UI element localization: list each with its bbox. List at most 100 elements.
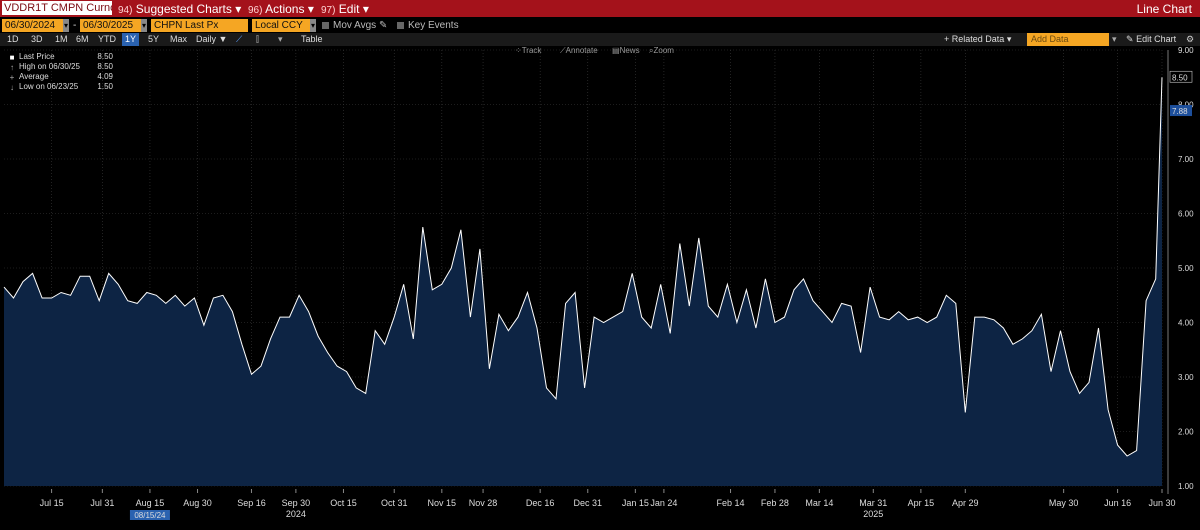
frequency-label: Daily — [196, 34, 217, 44]
news-label: News — [619, 46, 640, 55]
related-data-button[interactable]: + Related Data ▾ — [944, 33, 1011, 46]
y-tick-label: 6.00 — [1178, 210, 1194, 219]
suggested-charts-menu[interactable]: 94) Suggested Charts ▾ — [118, 2, 241, 16]
prev-value-label: 7.88 — [1172, 107, 1188, 116]
y-tick-label: 9.00 — [1178, 46, 1194, 55]
calendar-dropdown-icon[interactable]: ▾ — [63, 19, 70, 32]
x-tick-label: Jun 30 — [1148, 498, 1175, 508]
caret-down-icon: ▾ — [307, 2, 314, 16]
legend-value: 8.50 — [97, 62, 113, 71]
legend-label: Last Price — [19, 52, 55, 61]
settings-bar: 06/30/2024 ▾ - 06/30/2025 ▾ CHPN Last Px… — [0, 18, 1200, 33]
chart-options-icon[interactable]: ▾ — [278, 33, 283, 46]
x-tick-label: Mar 14 — [805, 498, 833, 508]
x-tick-label: Feb 14 — [717, 498, 745, 508]
x-tick-label: Oct 15 — [330, 498, 357, 508]
range-5y[interactable]: 5Y — [148, 33, 159, 46]
range-1m[interactable]: 1M — [55, 33, 68, 46]
menu-number: 97) — [321, 5, 336, 16]
checkbox-icon — [397, 22, 404, 29]
actions-menu[interactable]: 96) Actions ▾ — [248, 2, 314, 16]
frequency-select[interactable]: Daily ▼ — [196, 33, 227, 46]
y-tick-label: 2.00 — [1178, 428, 1194, 437]
checkbox-icon — [322, 22, 329, 29]
news-tool[interactable]: ▤ News — [612, 46, 640, 55]
x-tick-label: Aug 15 — [136, 498, 165, 508]
gear-icon[interactable]: ⚙ — [1186, 33, 1194, 46]
table-button[interactable]: Table — [301, 33, 323, 46]
price-chart[interactable]: 1.002.003.004.005.006.007.008.009.00 Jul… — [0, 46, 1200, 530]
price-field-select[interactable]: Last Px — [182, 19, 248, 32]
x-tick-label: Jan 24 — [650, 498, 677, 508]
mov-avgs-toggle[interactable]: Mov Avgs ✎ — [322, 19, 387, 32]
end-date-field[interactable]: 06/30/2025 — [80, 19, 141, 32]
edit-menu[interactable]: 97) Edit ▾ — [321, 2, 369, 16]
calendar-dropdown-icon[interactable]: ▾ — [141, 19, 148, 32]
x-tick-label: Nov 15 — [428, 498, 457, 508]
year-label: 2024 — [286, 509, 306, 519]
menu-number: 94) — [118, 5, 133, 16]
x-tick-label: Dec 31 — [573, 498, 602, 508]
track-tool[interactable]: ⁘ Track — [515, 46, 541, 55]
related-data-label: + Related Data — [944, 34, 1005, 44]
range-1y[interactable]: 1Y — [122, 33, 140, 46]
x-tick-label: Jul 15 — [40, 498, 64, 508]
currency-dropdown-icon[interactable]: ▾ — [310, 19, 317, 32]
legend-high: ↑ High on 06/30/25 8.50 — [8, 62, 113, 72]
chart-legend: ■ Last Price 8.50 ↑ High on 06/30/25 8.5… — [8, 52, 113, 92]
y-tick-label: 7.00 — [1178, 155, 1194, 164]
range-max[interactable]: Max — [170, 33, 187, 46]
x-tick-label: Nov 28 — [469, 498, 498, 508]
pencil-icon: ✎ — [1126, 34, 1134, 44]
annotate-label: Annotate — [565, 46, 598, 55]
y-tick-label: 3.00 — [1178, 373, 1194, 382]
legend-average: + Average 4.09 — [8, 72, 113, 82]
marked-date-label: 08/15/24 — [134, 511, 166, 520]
source-field[interactable]: CHPN — [151, 19, 183, 32]
x-tick-label: Jun 16 — [1104, 498, 1131, 508]
x-tick-label: Feb 28 — [761, 498, 789, 508]
currency-select[interactable]: Local CCY — [252, 19, 310, 32]
y-tick-label: 5.00 — [1178, 264, 1194, 273]
mov-avgs-label: Mov Avgs — [333, 20, 377, 31]
range-3d[interactable]: 3D — [31, 33, 43, 46]
bar-chart-icon[interactable]: ⫿ — [256, 33, 259, 46]
pencil-icon: ✎ — [378, 20, 388, 31]
range-bar: 1D 3D 1M 6M YTD 1Y 5Y Max Daily ▼ ⟋ ⫿ ▾ … — [0, 33, 1200, 46]
annotate-tool[interactable]: ⟋ Annotate — [560, 46, 598, 56]
track-label: Track — [521, 46, 542, 55]
x-axis: Jul 15 Jul 31 Aug 15 Aug 30 Sep 16 Sep 30 Oct … — [40, 498, 1176, 520]
legend-value: 4.09 — [97, 72, 113, 81]
range-ytd[interactable]: YTD — [98, 33, 116, 46]
zoom-tool[interactable]: ⌕ Zoom — [649, 46, 674, 56]
range-1d[interactable]: 1D — [7, 33, 19, 46]
ticker-field[interactable]: VDDR1T CMPN Curncy — [2, 1, 112, 15]
start-date-field[interactable]: 06/30/2024 — [2, 19, 63, 32]
legend-value: 1.50 — [97, 82, 113, 91]
caret-down-icon: ▼ — [218, 34, 228, 44]
down-arrow-icon: ↓ — [10, 83, 14, 92]
legend-last-price[interactable]: ■ Last Price 8.50 — [8, 52, 113, 62]
x-tick-label: Apr 15 — [908, 498, 935, 508]
chart-type-title: Line Chart — [1136, 2, 1192, 16]
edit-chart-button[interactable]: ✎ Edit Chart — [1126, 33, 1176, 46]
x-tick-label: Sep 16 — [237, 498, 266, 508]
x-tick-label: Apr 29 — [952, 498, 979, 508]
x-tick-label: Aug 30 — [183, 498, 212, 508]
date-separator: - — [73, 20, 77, 31]
caret-down-icon: ▾ — [362, 2, 369, 16]
x-tick-label: May 30 — [1049, 498, 1079, 508]
menu-label: Suggested Charts — [135, 2, 232, 16]
key-events-toggle[interactable]: Key Events — [397, 19, 459, 32]
range-6m[interactable]: 6M — [76, 33, 89, 46]
top-bar: VDDR1T CMPN Curncy 94) Suggested Charts … — [0, 0, 1200, 17]
series-area — [4, 77, 1162, 487]
line-chart-icon[interactable]: ⟋ — [236, 33, 242, 46]
year-label: 2025 — [863, 509, 883, 519]
menu-number: 96) — [248, 5, 263, 16]
legend-label: Average — [19, 72, 49, 81]
add-data-input[interactable]: Add Data — [1027, 33, 1109, 46]
add-data-dropdown-icon[interactable]: ▾ — [1112, 33, 1117, 46]
legend-value: 8.50 — [97, 52, 113, 61]
last-value-markers: 8.50 7.88 — [1169, 70, 1193, 117]
